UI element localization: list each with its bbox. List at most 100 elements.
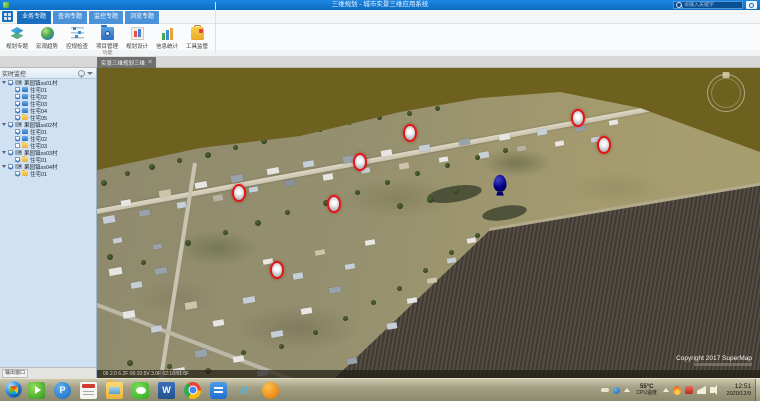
cpu-gadget: 55°C CPU温度 — [636, 384, 657, 396]
chrome-icon[interactable] — [184, 382, 201, 399]
checkbox[interactable] — [15, 129, 20, 134]
expand-icon[interactable] — [2, 80, 7, 85]
ribbon-button-4[interactable]: 项目管理 — [92, 25, 122, 50]
ribbon-tabs: 业务专题查询专题监控专题浏览专题 — [17, 11, 159, 24]
expand-icon[interactable] — [2, 150, 7, 155]
ribbon-button-3[interactable]: 控规检查 — [62, 25, 92, 50]
tree-blob — [415, 171, 420, 176]
tree-node[interactable]: 果园镇ss04村 — [0, 163, 96, 170]
cpu-label: CPU温度 — [636, 391, 657, 396]
ribbon-tab-2[interactable]: 查询专题 — [53, 11, 87, 24]
ribbon-button-5[interactable]: 规划设计 — [122, 25, 152, 50]
app-menu-button[interactable] — [2, 11, 13, 22]
checkbox[interactable] — [15, 115, 20, 120]
checkbox[interactable] — [8, 164, 13, 169]
alert-marker[interactable] — [232, 184, 246, 202]
alert-marker[interactable] — [327, 195, 341, 213]
pin-icon[interactable] — [78, 70, 85, 77]
show-desktop-button[interactable] — [755, 379, 760, 401]
ribbon-tab-3[interactable]: 监控专题 — [89, 11, 123, 24]
alert-marker[interactable] — [597, 136, 611, 154]
layer-icon — [22, 129, 28, 134]
expand-icon[interactable] — [2, 164, 7, 169]
volume-icon[interactable] — [710, 387, 714, 393]
tile-blue-icon[interactable] — [210, 382, 227, 399]
word-blue-icon[interactable]: W — [158, 382, 175, 399]
sidebar: 实时监控 果园镇ss01村住宅01住宅02住宅03住宅04住宅05果园镇ss02… — [0, 68, 97, 378]
checkbox[interactable] — [15, 171, 20, 176]
layers-icon — [11, 27, 24, 40]
ie-blue-icon[interactable]: e — [236, 382, 253, 399]
uparrow-icon[interactable] — [624, 388, 630, 392]
balloon-marker[interactable] — [494, 175, 507, 192]
folder-yellow-icon[interactable] — [106, 382, 123, 399]
tree-leaf[interactable]: 住宅02 — [0, 135, 96, 142]
orange-dot-icon[interactable] — [262, 382, 279, 399]
tree-leaf[interactable]: 住宅01 — [0, 170, 96, 177]
play-green-icon[interactable] — [28, 382, 45, 399]
tree-blob — [317, 126, 323, 132]
ribbon-button-6[interactable]: 信息统计 — [152, 25, 182, 50]
tree-leaf[interactable]: 住宅04 — [0, 107, 96, 114]
ribbon-button-1[interactable]: 规划专题 — [2, 25, 32, 50]
checkbox[interactable] — [15, 143, 20, 148]
uparrow-icon[interactable] — [663, 388, 669, 392]
alert-marker[interactable] — [353, 153, 367, 171]
checkbox[interactable] — [15, 157, 20, 162]
checkbox[interactable] — [8, 80, 13, 85]
tree-leaf[interactable]: 住宅02 — [0, 93, 96, 100]
alert-marker[interactable] — [403, 124, 417, 142]
titlebar-search[interactable] — [673, 1, 743, 9]
checkbox[interactable] — [15, 94, 20, 99]
clock-time: 12:51 — [727, 383, 751, 390]
ribbon-button-label: 控规检查 — [66, 42, 88, 50]
bluedot-icon[interactable] — [613, 387, 620, 394]
tree-blob — [355, 190, 360, 195]
alert-marker[interactable] — [571, 109, 585, 127]
search-button[interactable] — [746, 1, 757, 9]
search-input[interactable] — [684, 2, 736, 8]
network-icon[interactable] — [697, 386, 706, 394]
checkbox[interactable] — [15, 108, 20, 113]
tree-node[interactable]: 果园镇ss01村 — [0, 79, 96, 86]
tree-blob — [407, 111, 412, 116]
checkbox[interactable] — [15, 101, 20, 106]
compass-control[interactable] — [707, 74, 745, 112]
document-tab[interactable]: 实景三维规划三维× — [97, 57, 156, 68]
map-viewport[interactable]: Copyright 2017 SuperMap 06 2.0 6.2F 06:1… — [97, 68, 760, 378]
alert-marker[interactable] — [270, 261, 284, 279]
tree-leaf[interactable]: 住宅01 — [0, 128, 96, 135]
tree-node[interactable]: 果园镇ss02村 — [0, 121, 96, 128]
tree-node[interactable]: 果园镇ss03村 — [0, 149, 96, 156]
tree-leaf[interactable]: 住宅03 — [0, 100, 96, 107]
chevron-down-icon[interactable] — [87, 72, 93, 75]
map-copyright: Copyright 2017 SuperMap — [676, 355, 752, 366]
pill-icon[interactable] — [601, 388, 609, 392]
wechat-green-icon[interactable] — [132, 382, 149, 399]
checkbox[interactable] — [8, 122, 13, 127]
tree-blob — [279, 344, 284, 349]
ribbon-tab-1[interactable]: 业务专题 — [17, 11, 51, 24]
tree-blob — [285, 210, 290, 215]
tree-blob — [423, 268, 428, 273]
checkbox[interactable] — [8, 150, 13, 155]
ribbon-button-2[interactable]: 宏观趋势 — [32, 25, 62, 50]
taskbar-clock[interactable]: 12:51 2020/12/9 — [727, 383, 751, 397]
clock-date: 2020/12/9 — [727, 391, 751, 397]
tree-blob — [255, 220, 261, 226]
ribbon-tab-4[interactable]: 浏览专题 — [125, 11, 159, 24]
checkbox[interactable] — [15, 87, 20, 92]
checkbox[interactable] — [15, 136, 20, 141]
close-icon[interactable]: × — [148, 57, 152, 68]
doc-red-icon[interactable] — [80, 382, 97, 399]
tree-blob — [185, 240, 191, 246]
redapp-icon[interactable] — [685, 386, 693, 394]
flame-icon[interactable] — [672, 385, 681, 395]
expand-icon[interactable] — [2, 122, 7, 127]
pp-blue-icon[interactable]: P — [54, 382, 71, 399]
ribbon-button-7[interactable]: 工具监管 — [182, 25, 212, 50]
start-button[interactable] — [5, 381, 22, 398]
tree-leaf[interactable]: 住宅01 — [0, 86, 96, 93]
tree-blob — [503, 148, 508, 153]
output-window-tab[interactable]: 输出窗口 — [2, 369, 28, 378]
